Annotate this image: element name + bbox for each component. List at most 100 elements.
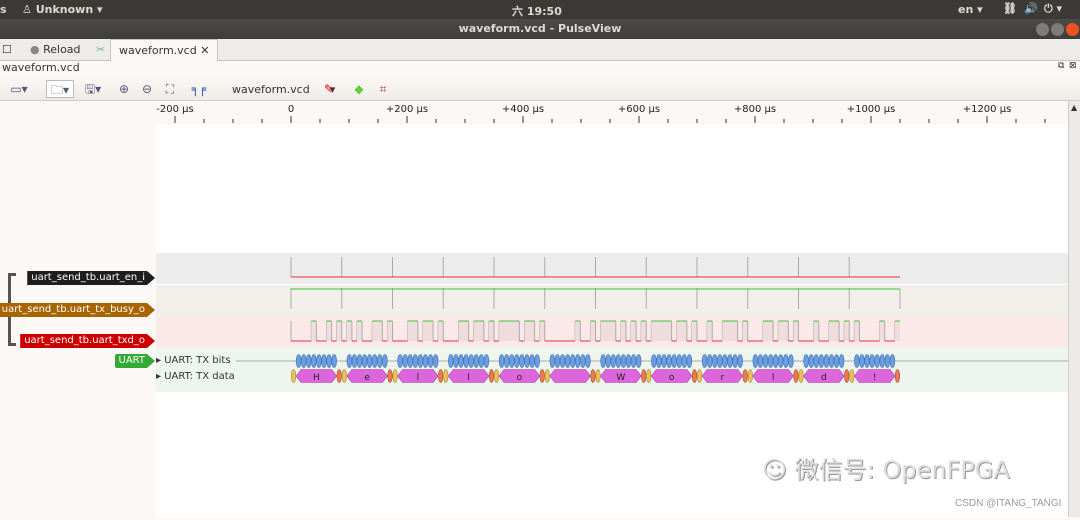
minimize-button[interactable] <box>1036 23 1049 36</box>
reload-icon: ● <box>30 43 40 56</box>
reload-button[interactable]: ● Reload <box>22 39 89 61</box>
main-toolbar: ▭▾ 🗀▾ 🖫▾ ⊕ ⊖ ⛶ ╕╒ waveform.vcd ▾ ✎ ◆ ⌗ <box>0 76 1080 101</box>
bit-annotation <box>529 354 535 368</box>
time-ruler[interactable]: -200 µs 0 +200 µs +400 µs +600 µs +800 µs +100… <box>156 101 1068 124</box>
txd-high-fill <box>762 321 769 341</box>
activities[interactable]: s <box>0 3 7 16</box>
scroll-up-icon[interactable]: ▲ <box>1071 103 1077 112</box>
volume-icon[interactable]: 🔊 <box>1024 2 1038 15</box>
save-icon[interactable]: 🖫▾ <box>80 80 106 98</box>
txd-high-fill <box>407 321 413 341</box>
start-bit-annotation <box>443 369 449 383</box>
new-view-icon[interactable]: ▭▾ <box>10 80 28 98</box>
language-menu[interactable]: en ▾ <box>958 3 983 16</box>
open-file-icon[interactable]: 🗀▾ <box>46 80 74 98</box>
zoom-in-icon[interactable]: ⊕ <box>115 80 133 98</box>
bit-annotation <box>722 354 728 368</box>
signal-label-uart-tx-busy-o[interactable]: uart_send_tb.uart_tx_busy_o <box>0 303 155 317</box>
bit-annotation <box>828 354 835 368</box>
txd-high-fill <box>656 321 662 341</box>
math-icon[interactable]: ⌗ <box>374 80 392 98</box>
bit-annotation <box>813 354 819 368</box>
close-window-button[interactable] <box>1066 23 1079 36</box>
txd-high-fill <box>473 321 479 341</box>
zoom-fit-icon[interactable]: ⛶ <box>161 80 179 98</box>
ruler-label: +1200 µs <box>963 104 1012 115</box>
bit-annotation <box>783 354 789 368</box>
txd-high-fill <box>666 321 672 341</box>
bit-annotation <box>762 354 769 368</box>
txd-high-fill <box>610 321 616 341</box>
new-session-icon[interactable]: ☐ <box>0 39 14 61</box>
bit-annotation <box>864 354 870 368</box>
start-bit-annotation <box>392 369 398 383</box>
bit-annotation <box>803 354 809 368</box>
txd-high-fill <box>590 321 596 341</box>
bit-annotation <box>671 354 677 368</box>
txd-high-fill <box>478 321 484 341</box>
bit-annotation <box>823 354 830 368</box>
row-label: UART: TX bits <box>164 355 231 366</box>
decoder-badge-uart[interactable]: UART <box>115 354 156 368</box>
decoder-row-tx-data[interactable]: ▸ UART: TX data <box>156 371 235 382</box>
bit-annotation <box>351 354 358 368</box>
stop-bit-annotation <box>641 369 647 383</box>
txd-high-fill <box>691 321 697 341</box>
txd-high-fill <box>356 321 363 341</box>
txd-high-fill <box>372 321 378 341</box>
txd-high-fill <box>651 321 657 341</box>
bit-annotation <box>407 354 413 368</box>
bit-annotation <box>448 354 454 368</box>
signal-label-uart-en-i[interactable]: uart_send_tb.uart_en_i <box>27 271 155 285</box>
bit-annotation <box>321 354 327 368</box>
bit-annotation <box>838 354 845 368</box>
txd-high-fill <box>681 321 687 341</box>
tab-label: waveform.vcd <box>119 44 197 57</box>
bit-annotation <box>818 354 825 368</box>
txd-high-fill <box>879 321 885 341</box>
float-dock-icon[interactable]: ⧉ <box>1058 61 1064 71</box>
bit-annotation <box>701 354 708 368</box>
start-bit-annotation <box>493 369 500 383</box>
txd-high-fill <box>387 321 393 341</box>
probe-icon[interactable]: ✎ <box>320 80 338 98</box>
close-tab-icon[interactable]: ✕ <box>200 44 209 57</box>
bit-annotation <box>554 354 561 368</box>
stop-bit-annotation <box>844 369 850 383</box>
decoder-icon[interactable]: ◆ <box>350 80 368 98</box>
stop-bit-annotation <box>488 369 495 383</box>
bit-annotation <box>635 354 642 368</box>
clock[interactable]: 六 19:50 <box>512 3 562 19</box>
close-dock-icon[interactable]: ⊠ <box>1069 61 1077 71</box>
zoom-out-icon[interactable]: ⊖ <box>138 80 156 98</box>
data-annotation-label: l <box>417 373 420 383</box>
cursor-icon[interactable]: ╕╒ <box>190 80 208 98</box>
start-bit-annotation <box>849 369 855 383</box>
txd-high-fill <box>844 321 850 341</box>
bit-annotation <box>346 354 353 368</box>
data-annotation-label: o <box>517 373 523 383</box>
decoder-row-tx-bits[interactable]: ▸ UART: TX bits <box>156 355 231 366</box>
vertical-scrollbar[interactable]: ▲ <box>1068 101 1080 517</box>
txd-high-fill <box>529 321 535 341</box>
power-icon[interactable]: ⏻ ▾ <box>1044 2 1062 16</box>
language-label: en <box>958 3 974 16</box>
bit-annotation <box>757 354 764 368</box>
app-menu[interactable]: ♙ Unknown ▾ <box>22 3 103 16</box>
txd-high-fill <box>828 321 835 341</box>
txd-high-fill <box>742 321 748 341</box>
maximize-button[interactable] <box>1051 23 1064 36</box>
start-bit-annotation <box>747 369 753 383</box>
bit-annotation <box>808 354 814 368</box>
tab-bar: ☐ ● Reload ✂ waveform.vcd ✕ <box>0 39 1080 61</box>
ruler-label: +1000 µs <box>847 104 896 115</box>
bit-annotation <box>854 354 860 368</box>
bit-annotation <box>752 354 759 368</box>
signal-label-uart-txd-o[interactable]: uart_send_tb.uart_txd_o <box>20 334 155 348</box>
network-icon[interactable]: ⛓ <box>1003 2 1017 15</box>
tab-waveform[interactable]: waveform.vcd ✕ <box>110 39 219 61</box>
start-bit-annotation <box>696 369 703 383</box>
txd-high-fill <box>412 321 418 341</box>
bit-annotation <box>772 354 779 368</box>
bit-annotation <box>514 354 520 368</box>
